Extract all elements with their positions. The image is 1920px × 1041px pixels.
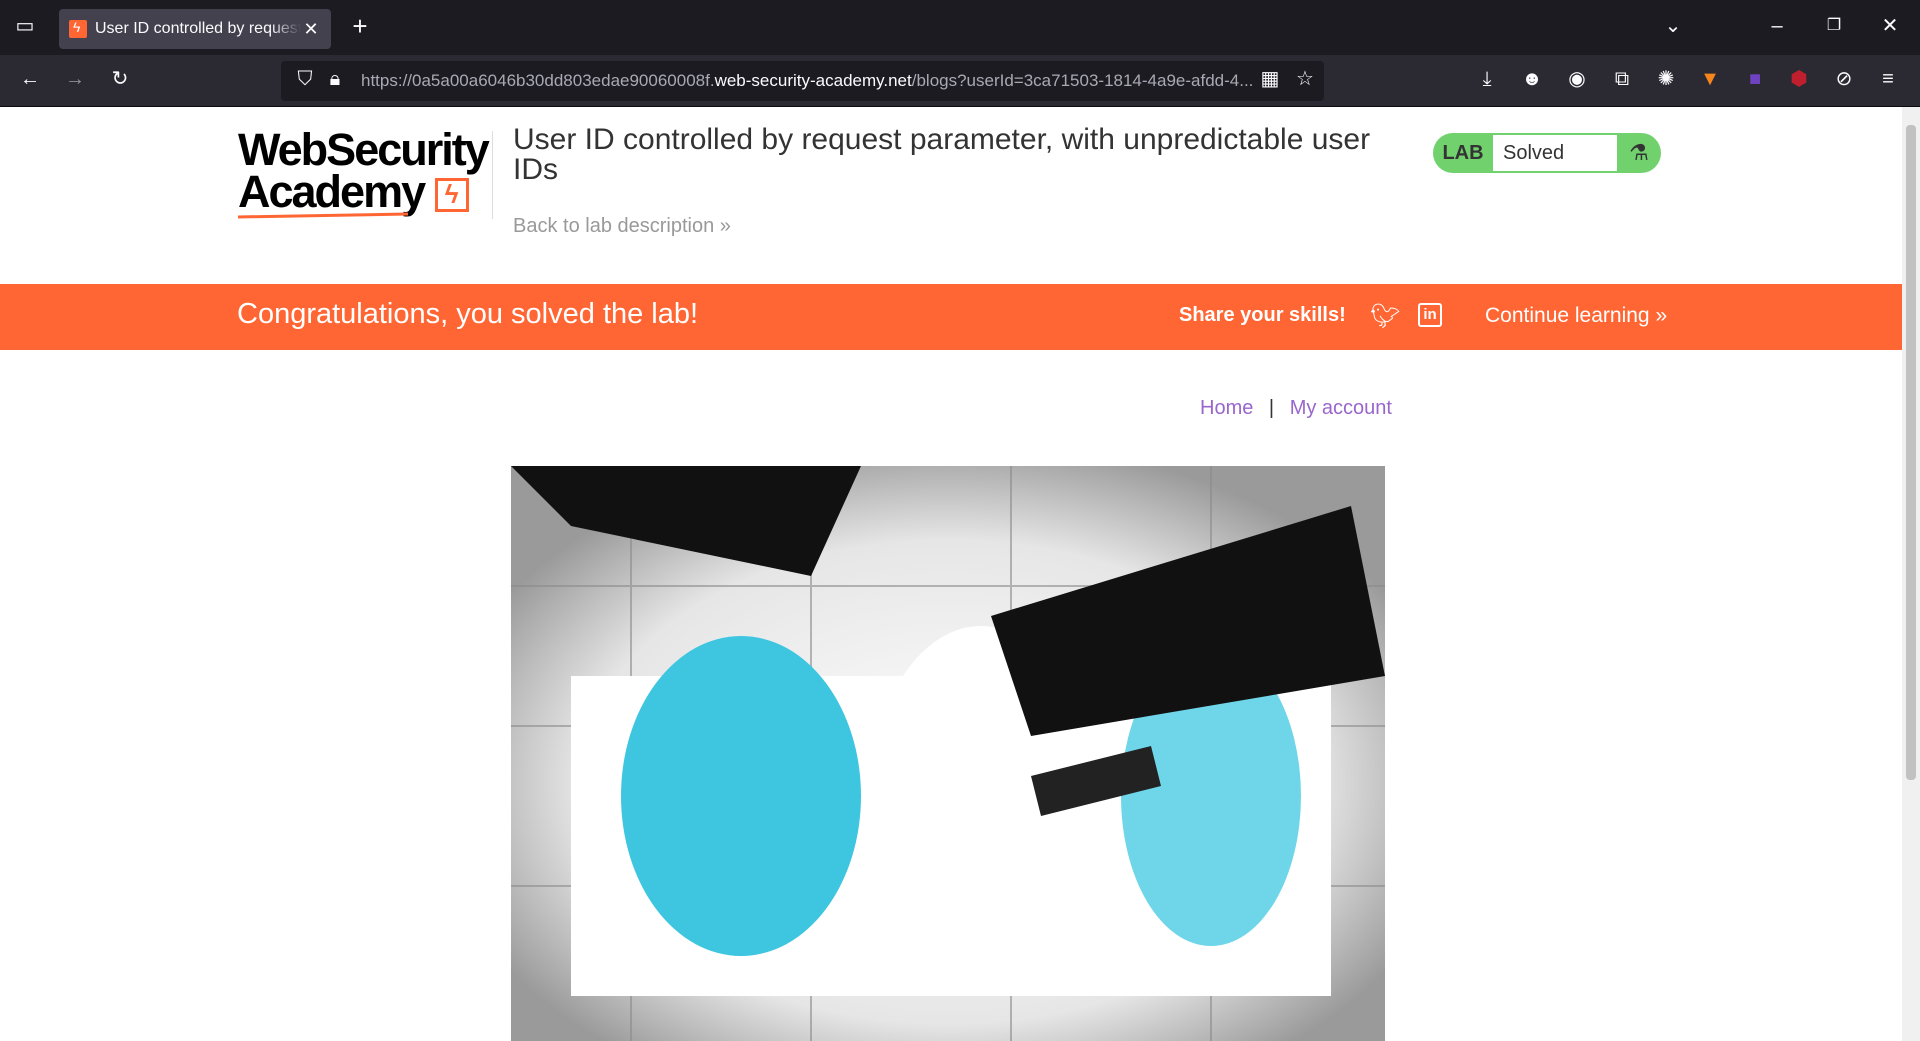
back-to-description-link[interactable]: Back to lab description » bbox=[513, 215, 731, 238]
lock-icon[interactable]: 🔒︎ bbox=[321, 67, 349, 95]
divider bbox=[492, 131, 493, 219]
address-bar[interactable]: ⛉ 🔒︎ https://0a5a00a6046b30dd803edae9006… bbox=[281, 61, 1324, 101]
top-nav: Home | My account bbox=[1200, 397, 1392, 420]
ublock-icon[interactable]: ⬢ bbox=[1785, 67, 1813, 95]
tab-list-icon[interactable]: ▭ bbox=[11, 14, 39, 42]
cookie-icon[interactable]: ✺ bbox=[1652, 67, 1680, 95]
lab-status-badge: LAB Solved ⚗ bbox=[1433, 133, 1661, 173]
flask-icon: ⚗ bbox=[1629, 140, 1649, 165]
window-close-icon[interactable]: ✕ bbox=[1876, 14, 1904, 42]
download-icon[interactable]: ⤓ bbox=[1473, 67, 1501, 95]
new-tab-icon[interactable]: + bbox=[346, 13, 374, 42]
continue-learning-link[interactable]: Continue learning » bbox=[1485, 304, 1667, 328]
share-label: Share your skills! bbox=[1179, 304, 1346, 326]
congrats-message: Congratulations, you solved the lab! bbox=[237, 298, 699, 330]
logo-line1: WebSecurity bbox=[238, 124, 490, 175]
extension-icon[interactable]: ◉ bbox=[1563, 67, 1591, 95]
url-path: /blogs?userId=3ca71503-1814-4a9e-afdd-4.… bbox=[911, 71, 1254, 90]
favicon-icon bbox=[69, 19, 87, 38]
puzzle-icon[interactable]: ⧉ bbox=[1608, 67, 1636, 95]
forward-icon[interactable]: → bbox=[61, 67, 89, 95]
logo-line2: Academy ϟ bbox=[238, 169, 488, 214]
status-text: Solved bbox=[1493, 135, 1617, 171]
menu-icon[interactable]: ≡ bbox=[1874, 67, 1902, 95]
browser-tabstrip: ▭ User ID controlled by request paramete… bbox=[0, 0, 1920, 55]
scrollbar-thumb[interactable] bbox=[1906, 125, 1916, 780]
linkedin-icon[interactable]: in bbox=[1418, 303, 1442, 327]
double-chevron-icon: » bbox=[719, 215, 731, 237]
qr-code-icon[interactable]: ▦ bbox=[1256, 67, 1284, 95]
lab-label: LAB bbox=[1442, 141, 1484, 164]
url-prefix: https://0a5a00a6046b30dd803edae90060008f… bbox=[361, 71, 715, 90]
shield-icon[interactable]: ⛉ bbox=[291, 67, 319, 95]
home-link[interactable]: Home bbox=[1200, 397, 1253, 419]
my-account-link[interactable]: My account bbox=[1290, 397, 1392, 419]
blog-hero-image bbox=[511, 466, 1385, 1041]
lab-title: User ID controlled by request parameter,… bbox=[513, 123, 1371, 186]
fox-icon[interactable]: ▼ bbox=[1696, 67, 1724, 95]
back-icon[interactable]: ← bbox=[16, 67, 44, 95]
twitter-icon[interactable]: 🐦︎ bbox=[1370, 302, 1400, 331]
restore-icon[interactable]: ❐ bbox=[1820, 14, 1848, 42]
solved-banner: Congratulations, you solved the lab! Sha… bbox=[0, 284, 1902, 350]
bolt-icon: ϟ bbox=[434, 178, 469, 213]
burp-extension-icon[interactable]: ☻ bbox=[1518, 67, 1546, 95]
notification-icon[interactable]: ■ bbox=[1741, 67, 1769, 95]
reload-icon[interactable]: ↻ bbox=[106, 67, 134, 95]
page-content: WebSecurity Academy ϟ User ID controlled… bbox=[0, 107, 1902, 1041]
scrollbar[interactable] bbox=[1902, 107, 1920, 1041]
browser-tab[interactable]: User ID controlled by request parameter,… bbox=[59, 9, 331, 49]
compass-icon[interactable]: ⊘ bbox=[1830, 67, 1858, 95]
chevron-down-icon[interactable]: ⌄ bbox=[1659, 14, 1687, 42]
tab-title: User ID controlled by request parameter,… bbox=[95, 20, 301, 37]
minimize-icon[interactable]: – bbox=[1763, 14, 1791, 42]
bookmark-star-icon[interactable]: ☆ bbox=[1291, 67, 1319, 95]
logo[interactable]: WebSecurity Academy ϟ bbox=[237, 124, 490, 219]
close-icon[interactable]: ✕ bbox=[301, 19, 321, 40]
nav-separator: | bbox=[1268, 397, 1275, 419]
url-domain: web-security-academy.net bbox=[714, 71, 912, 90]
